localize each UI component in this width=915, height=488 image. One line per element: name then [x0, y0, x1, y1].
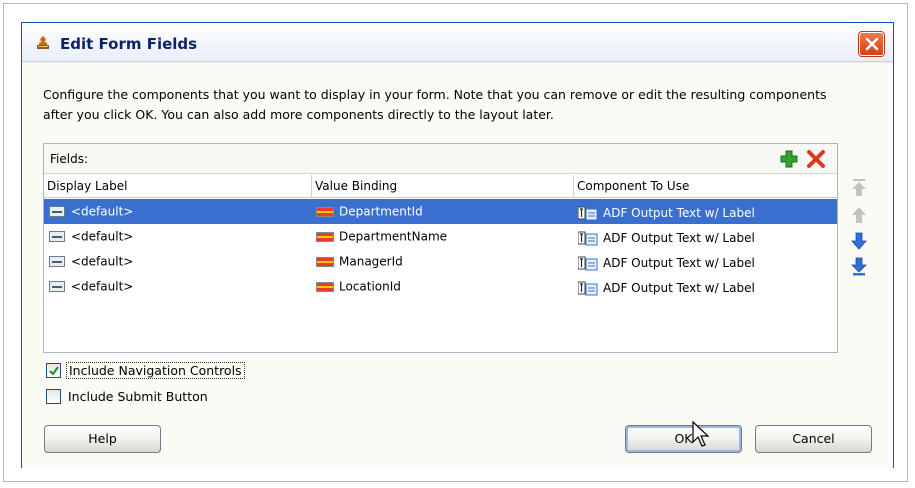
- attribute-icon: [316, 281, 334, 292]
- component-cell: ADF Output Text w/ Label: [603, 231, 755, 245]
- checkmark-icon: [49, 366, 59, 376]
- value-binding-cell: ManagerId: [339, 254, 403, 269]
- output-text-icon: [578, 256, 598, 271]
- component-cell: ADF Output Text w/ Label: [603, 256, 755, 270]
- display-label-cell: <default>: [71, 279, 134, 294]
- table-row[interactable]: <default> LocationId ADF Output Text w/ …: [44, 274, 837, 299]
- attribute-icon: [316, 231, 334, 242]
- value-binding-cell: DepartmentName: [339, 229, 448, 244]
- display-label-cell: <default>: [71, 254, 134, 269]
- help-button[interactable]: Help: [44, 425, 161, 453]
- text-field-icon: [49, 281, 65, 292]
- component-cell: ADF Output Text w/ Label: [603, 206, 755, 220]
- include-submit-button-label: Include Submit Button: [68, 389, 208, 404]
- table-row[interactable]: <default> ManagerId ADF Output Text w/ L…: [44, 249, 837, 274]
- attribute-icon: [316, 256, 334, 267]
- output-text-icon: [578, 206, 598, 221]
- text-field-icon: [49, 231, 65, 242]
- column-header-component[interactable]: Component To Use: [574, 175, 837, 198]
- text-field-icon: [49, 256, 65, 267]
- app-icon: [37, 36, 49, 49]
- output-text-icon: [578, 281, 598, 296]
- include-navigation-controls-checkbox[interactable]: [46, 363, 61, 378]
- attribute-icon: [316, 206, 334, 217]
- include-navigation-controls-label: Include Navigation Controls: [66, 362, 245, 379]
- dialog-content: Configure the components that you want t…: [22, 63, 893, 468]
- table-row[interactable]: <default> DepartmentId ADF Output Text w…: [44, 199, 837, 224]
- ok-button[interactable]: OK: [625, 425, 742, 453]
- column-header-value-binding[interactable]: Value Binding: [312, 175, 574, 198]
- close-icon: [865, 37, 879, 51]
- value-binding-cell: LocationId: [339, 279, 401, 294]
- include-submit-button-checkbox[interactable]: [46, 389, 61, 404]
- output-text-icon: [578, 231, 598, 246]
- fields-panel: Fields: Display Label Value Binding Comp…: [43, 143, 838, 353]
- dialog-title: Edit Form Fields: [60, 35, 198, 53]
- mouse-pointer-icon: [692, 421, 710, 447]
- close-button[interactable]: [859, 32, 884, 56]
- fields-toolbar: Fields:: [44, 144, 837, 174]
- move-bottom-icon[interactable]: [850, 257, 868, 277]
- dialog-description: Configure the components that you want t…: [43, 87, 827, 122]
- cancel-button[interactable]: Cancel: [755, 425, 872, 453]
- title-bar[interactable]: Edit Form Fields: [22, 23, 893, 62]
- text-field-icon: [49, 206, 65, 217]
- display-label-cell: <default>: [71, 204, 134, 219]
- display-label-cell: <default>: [71, 229, 134, 244]
- value-binding-cell: DepartmentId: [339, 204, 423, 219]
- move-top-icon[interactable]: [850, 178, 868, 198]
- fields-label: Fields:: [50, 152, 88, 166]
- component-cell: ADF Output Text w/ Label: [603, 281, 755, 295]
- move-down-icon[interactable]: [850, 231, 868, 251]
- column-header-display-label[interactable]: Display Label: [44, 175, 312, 198]
- edit-form-fields-dialog: Edit Form Fields Configure the component…: [21, 22, 894, 468]
- plus-icon[interactable]: [779, 149, 799, 169]
- x-icon[interactable]: [806, 149, 826, 169]
- move-up-icon[interactable]: [850, 205, 868, 225]
- table-row[interactable]: <default> DepartmentName ADF Output Text…: [44, 224, 837, 249]
